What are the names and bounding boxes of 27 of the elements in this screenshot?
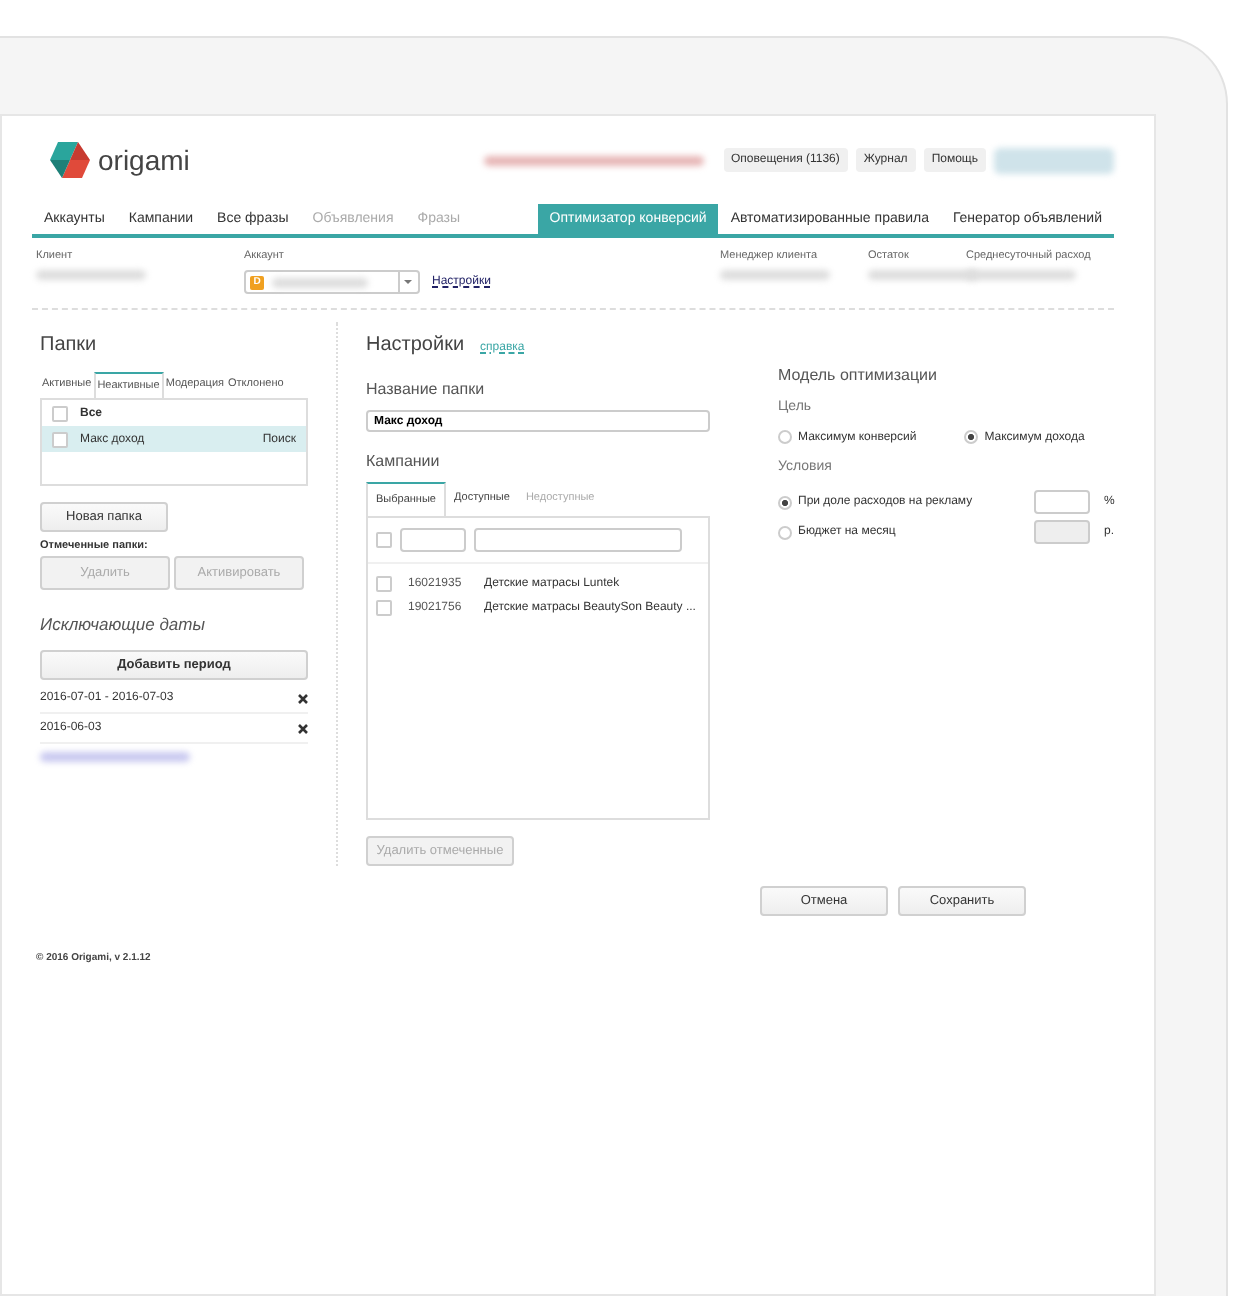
remove-icon[interactable]: [298, 723, 308, 733]
checkbox[interactable]: [376, 576, 392, 592]
checkbox[interactable]: [376, 600, 392, 616]
logo-text: origami: [98, 144, 190, 176]
radio-button[interactable]: [964, 430, 979, 444]
radio-button[interactable]: [778, 525, 792, 539]
name-filter-field[interactable]: [474, 528, 682, 552]
redacted-text: [720, 270, 830, 280]
section-title: Кампании: [366, 450, 442, 474]
value-field[interactable]: [1034, 490, 1090, 514]
radio-button[interactable]: [778, 430, 792, 444]
checkbox[interactable]: [52, 405, 68, 421]
checkbox[interactable]: [376, 532, 392, 548]
logo-icon: [50, 142, 90, 178]
section-title: Модель оптимизации: [778, 364, 939, 388]
field-label: Название папки: [366, 378, 487, 402]
checkbox[interactable]: [52, 431, 68, 447]
id-filter-field[interactable]: [400, 528, 466, 552]
redacted-text: [272, 277, 368, 287]
redacted-user-button[interactable]: [994, 147, 1114, 173]
section-title: Исключающие даты: [40, 612, 207, 638]
redacted-text: [36, 270, 146, 280]
redacted-link[interactable]: [40, 752, 190, 762]
section-title: Настройки: [366, 332, 465, 360]
remove-icon[interactable]: [298, 693, 308, 703]
radio-button[interactable]: [778, 495, 792, 509]
section-title: Папки: [40, 332, 99, 360]
